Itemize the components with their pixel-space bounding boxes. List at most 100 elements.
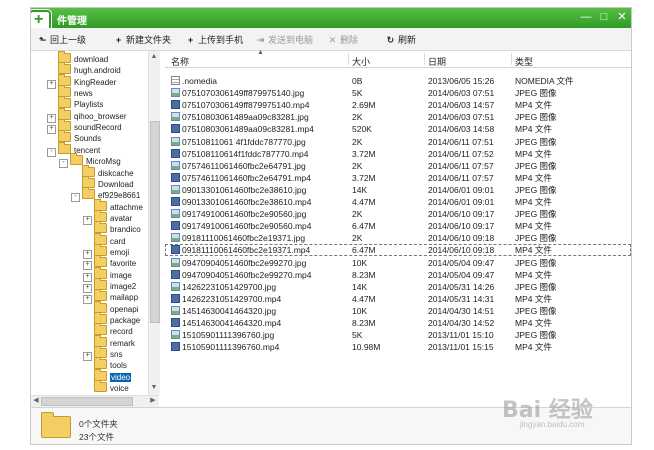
tree-item[interactable]: news [47, 85, 93, 98]
file-row[interactable]: 14514630041464320.mp4 8.23M 2014/04/30 14:… [165, 317, 631, 329]
file-row[interactable]: 09470904051460fbc2e99270.mp4 8.23M 2014/05… [165, 269, 631, 281]
tree-item-label: video [110, 372, 132, 382]
tree-item[interactable]: Sounds [47, 130, 101, 143]
scroll-right-arrow-icon[interactable]: ▶ [148, 396, 158, 406]
file-name: 14262231051429700.jpg [182, 281, 277, 292]
tree-item[interactable]: package [83, 312, 140, 325]
video-file-icon [171, 245, 180, 255]
file-row[interactable]: 09181110061460fbc2e19371.mp4 6.47M 2014/06… [165, 244, 631, 257]
file-row[interactable]: 07574611061460fbc2e64791.mp4 3.72M 2014/06… [165, 172, 631, 184]
tree-horizontal-scrollbar[interactable]: ◀ ▶ [31, 395, 159, 407]
file-row[interactable]: 07510803061489aa09c83281.jpg 2K 2014/06/03… [165, 111, 631, 123]
folder-tree[interactable]: download hugh.android + KingReader news Playl… [31, 51, 160, 395]
upload-to-phone-button[interactable]: + 上传到手机 [185, 33, 243, 45]
collapse-icon[interactable]: - [47, 147, 56, 157]
file-date: 2014/06/10 09:17 [428, 209, 495, 220]
tree-item[interactable]: Playlists [47, 96, 103, 109]
tree-item[interactable]: brandico [83, 221, 141, 235]
tree-item[interactable]: - ef929e8661 [71, 187, 140, 203]
collapse-icon[interactable]: - [71, 193, 80, 203]
scroll-up-arrow-icon[interactable]: ▲ [149, 52, 159, 62]
tree-item[interactable]: + sns [83, 346, 122, 362]
file-row[interactable]: 15105901111396760.mp4 10.98M 2013/11/01 15… [165, 341, 631, 353]
video-file-icon [171, 172, 180, 182]
file-size: 2K [352, 233, 363, 244]
scroll-down-arrow-icon[interactable]: ▼ [149, 383, 159, 393]
tree-item[interactable]: + image [83, 266, 132, 282]
delete-button[interactable]: ✕ 删除 [327, 33, 358, 45]
tree-item[interactable]: + emoji [83, 243, 129, 259]
tree-item[interactable]: diskcache [71, 164, 134, 178]
tree-item[interactable]: voice [83, 380, 129, 393]
tree-item[interactable]: download [47, 51, 108, 64]
column-type[interactable]: 类型 [515, 55, 533, 68]
file-row[interactable]: 15105901111396760.jpg 5K 2013/11/01 15:10 J… [165, 329, 631, 341]
send-to-pc-button[interactable]: ⇥ 发送到电脑 [255, 33, 313, 45]
file-row[interactable]: 09181110061460fbc2e19371.jpg 2K 2014/06/10… [165, 232, 631, 244]
file-row[interactable]: 09013301061460fbc2e38610.jpg 14K 2014/06/0… [165, 184, 631, 196]
file-name: 07510803061489aa09c83281.mp4 [182, 124, 314, 135]
tree-item[interactable]: Download [71, 175, 134, 189]
tree-vertical-scrollbar[interactable]: ▲ ▼ [148, 51, 160, 395]
file-row[interactable]: 07574611061460fbc2e64791.jpg 2K 2014/06/11… [165, 160, 631, 172]
column-name[interactable]: 名称 [171, 55, 189, 68]
maximize-button[interactable]: □ [597, 10, 611, 24]
file-name: 14514630041464320.mp4 [182, 318, 282, 328]
file-size: 6.47M [352, 221, 376, 232]
file-name: 09013301061460fbc2e38610.mp4 [182, 197, 312, 207]
tree-item[interactable]: record [83, 323, 133, 336]
scroll-left-arrow-icon[interactable]: ◀ [31, 396, 41, 406]
file-type: JPEG 图像 [515, 233, 557, 244]
file-size: 8.23M [352, 269, 376, 280]
file-row[interactable]: 09174910061460fbc2e90560.jpg 2K 2014/06/10… [165, 208, 631, 220]
file-row[interactable]: 07510803061489aa09c83281.mp4 520K 2014/06/… [165, 123, 631, 135]
file-row[interactable]: 0751070306149ff879975140.mp4 2.69M 2014/06… [165, 99, 631, 111]
tree-item[interactable]: + image2 [83, 278, 136, 293]
tree-item-label: openapi [110, 304, 139, 314]
scroll-thumb[interactable] [150, 121, 160, 323]
column-date[interactable]: 日期 [428, 55, 446, 68]
tree-item[interactable]: + favorite [83, 255, 136, 271]
tree-item[interactable]: + mailapp [83, 289, 138, 305]
tree-item[interactable]: attachme [83, 198, 143, 212]
file-row[interactable]: 14262231051429700.mp4 4.47M 2014/05/31 14:… [165, 293, 631, 305]
file-row[interactable]: 09013301061460fbc2e38610.mp4 4.47M 2014/06… [165, 196, 631, 208]
tree-item[interactable]: remark [83, 334, 135, 348]
folder-icon [94, 380, 107, 393]
column-size[interactable]: 大小 [352, 55, 370, 68]
tree-item[interactable]: video [83, 368, 132, 382]
tree-item[interactable]: openapi [83, 300, 139, 314]
file-list[interactable]: 名称 ▲ 大小 日期 类型 .nomedia 0B 2013/06/05 15:26… [165, 49, 631, 406]
file-type: MP4 文件 [515, 148, 552, 159]
minimize-button[interactable]: — [579, 10, 593, 24]
tree-item-label: Download [98, 179, 134, 189]
file-name: .nomedia [182, 76, 217, 86]
tree-item-label: brandico [110, 225, 141, 235]
title-bar[interactable]: + 件管理 — □ ✕ [31, 8, 631, 32]
file-row[interactable]: .nomedia 0B 2013/06/05 15:26 NOMEDIA 文件 [165, 75, 631, 87]
image-file-icon [171, 305, 180, 315]
tree-item-label: avatar [110, 213, 133, 223]
tree-item[interactable]: tools [83, 357, 127, 370]
file-row[interactable]: 09174910061460fbc2e90560.mp4 6.47M 2014/06… [165, 220, 631, 232]
file-row[interactable]: 14514630041464320.jpg 10K 2014/04/30 14:51… [165, 305, 631, 317]
file-type: MP4 文件 [515, 245, 552, 256]
file-row[interactable]: 0751070306149ff879975140.jpg 5K 2014/06/03… [165, 87, 631, 99]
tree-item[interactable]: card [83, 232, 126, 246]
up-level-button[interactable]: ⬑ 回上一级 [37, 33, 86, 45]
collapse-icon[interactable]: - [59, 159, 68, 169]
file-size: 2K [352, 136, 363, 147]
file-row[interactable]: 07510811061 4f1fddc787770.jpg 2K 2014/06/1… [165, 136, 631, 148]
new-folder-button[interactable]: + 新建文件夹 [113, 33, 171, 45]
file-row[interactable]: 075108110614f1fddc787770.mp4 3.72M 2014/06… [165, 148, 631, 160]
scroll-thumb-horizontal[interactable] [41, 397, 133, 406]
refresh-button[interactable]: ↻ 刷新 [385, 33, 416, 45]
tree-item[interactable]: + avatar [83, 209, 133, 225]
close-button[interactable]: ✕ [615, 10, 629, 24]
delete-label: 删除 [340, 35, 359, 45]
file-size: 2.69M [352, 100, 376, 111]
tree-item[interactable]: - MicroMsg [59, 153, 121, 169]
refresh-label: 刷新 [398, 35, 417, 45]
file-row[interactable]: 14262231051429700.jpg 14K 2014/05/31 14:26… [165, 281, 631, 293]
file-row[interactable]: 09470904051460fbc2e99270.jpg 10K 2014/05/0… [165, 257, 631, 269]
